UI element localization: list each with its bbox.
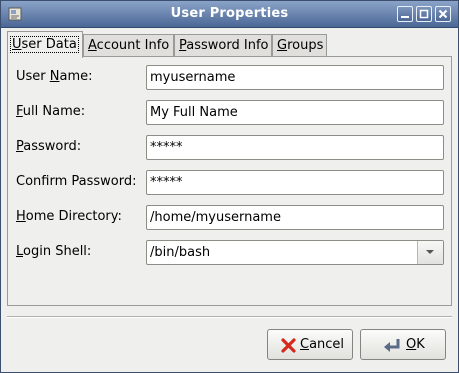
ok-label: OK — [406, 337, 425, 352]
tab-groups[interactable]: Groups — [272, 34, 327, 57]
tab-password-info[interactable]: Password Info — [174, 34, 272, 57]
password-label: Password: — [16, 139, 82, 154]
maximize-button[interactable] — [416, 6, 432, 22]
home-directory-field[interactable]: /home/myusername — [146, 205, 444, 230]
tab-account-info[interactable]: Account Info — [83, 34, 174, 57]
home-directory-value: /home/myusername — [150, 210, 281, 225]
minimize-button[interactable] — [397, 6, 413, 22]
cancel-button[interactable]: Cancel — [267, 329, 353, 360]
user-data-panel: User Name: myusername Full Name: My Full… — [7, 56, 452, 306]
confirm-password-label: Confirm Password: — [16, 174, 137, 189]
user-properties-window: User Properties User Data Account Info P… — [0, 0, 459, 373]
window-title: User Properties — [170, 6, 289, 21]
button-separator — [7, 316, 452, 318]
full-name-value: My Full Name — [150, 105, 238, 120]
login-shell-value: /bin/bash — [150, 245, 211, 260]
title-bar[interactable]: User Properties — [1, 1, 458, 28]
cancel-label: Cancel — [300, 337, 345, 352]
login-shell-dropdown-button[interactable] — [417, 241, 443, 264]
user-name-label: User Name: — [16, 69, 93, 84]
ok-button[interactable]: OK — [360, 329, 446, 360]
tab-user-data[interactable]: User Data — [7, 31, 83, 58]
chevron-down-icon — [426, 250, 434, 254]
login-shell-label: Login Shell: — [16, 244, 92, 259]
full-name-label: Full Name: — [16, 104, 86, 119]
login-shell-combo[interactable]: /bin/bash — [146, 240, 444, 265]
confirm-password-field[interactable]: ***** — [146, 170, 444, 195]
home-directory-label: Home Directory: — [16, 209, 122, 224]
user-name-value: myusername — [150, 70, 236, 85]
password-value: ***** — [150, 140, 183, 155]
confirm-password-value: ***** — [150, 175, 183, 190]
return-arrow-icon — [383, 337, 400, 354]
close-button[interactable] — [435, 6, 451, 22]
cancel-x-icon — [280, 337, 297, 354]
full-name-field[interactable]: My Full Name — [146, 100, 444, 125]
password-field[interactable]: ***** — [146, 135, 444, 160]
user-name-field[interactable]: myusername — [146, 65, 444, 90]
